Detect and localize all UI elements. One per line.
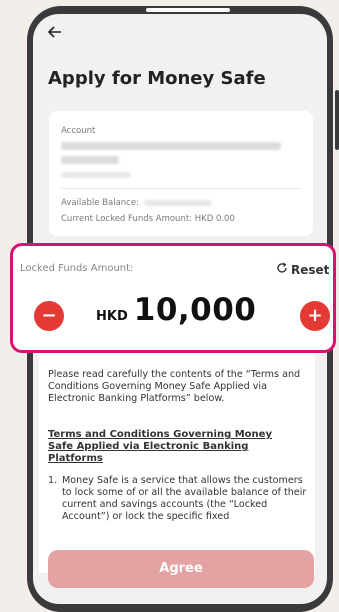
terms-intro: Please read carefully the contents of th… bbox=[48, 369, 301, 404]
account-name-redacted-2 bbox=[61, 156, 119, 164]
account-number-redacted bbox=[61, 172, 131, 178]
decrease-amount-button[interactable]: − bbox=[34, 301, 64, 331]
terms-list-item: 1. Money Safe is a service that allows t… bbox=[48, 475, 310, 523]
agree-button[interactable]: Agree bbox=[48, 550, 314, 588]
terms-title: Terms and Conditions Governing Money Saf… bbox=[48, 429, 272, 464]
locked-amount-display: HKD 10,000 bbox=[96, 292, 256, 328]
currency-label: HKD bbox=[96, 309, 128, 324]
account-name-redacted bbox=[61, 142, 281, 150]
account-label: Account bbox=[61, 126, 96, 136]
current-locked-amount: Current Locked Funds Amount: HKD 0.00 bbox=[61, 214, 235, 224]
plus-icon: + bbox=[307, 305, 323, 326]
status-notch bbox=[146, 8, 230, 12]
reset-label: Reset bbox=[291, 263, 330, 277]
refresh-icon bbox=[276, 262, 288, 278]
available-balance-label: Available Balance: bbox=[61, 198, 139, 208]
card-divider bbox=[61, 188, 301, 189]
list-item-text: Money Safe is a service that allows the … bbox=[62, 475, 307, 522]
locked-funds-label: Locked Funds Amount: bbox=[20, 263, 134, 274]
arrow-left-icon[interactable] bbox=[47, 24, 68, 44]
locked-amount-value: 10,000 bbox=[133, 292, 257, 328]
reset-button[interactable]: Reset bbox=[276, 262, 329, 278]
available-balance-redacted bbox=[144, 200, 212, 206]
minus-icon: − bbox=[41, 305, 57, 326]
increase-amount-button[interactable]: + bbox=[300, 301, 330, 331]
phone-side-button bbox=[335, 90, 339, 150]
list-item-number: 1. bbox=[48, 475, 58, 486]
page-title: Apply for Money Safe bbox=[48, 68, 266, 89]
